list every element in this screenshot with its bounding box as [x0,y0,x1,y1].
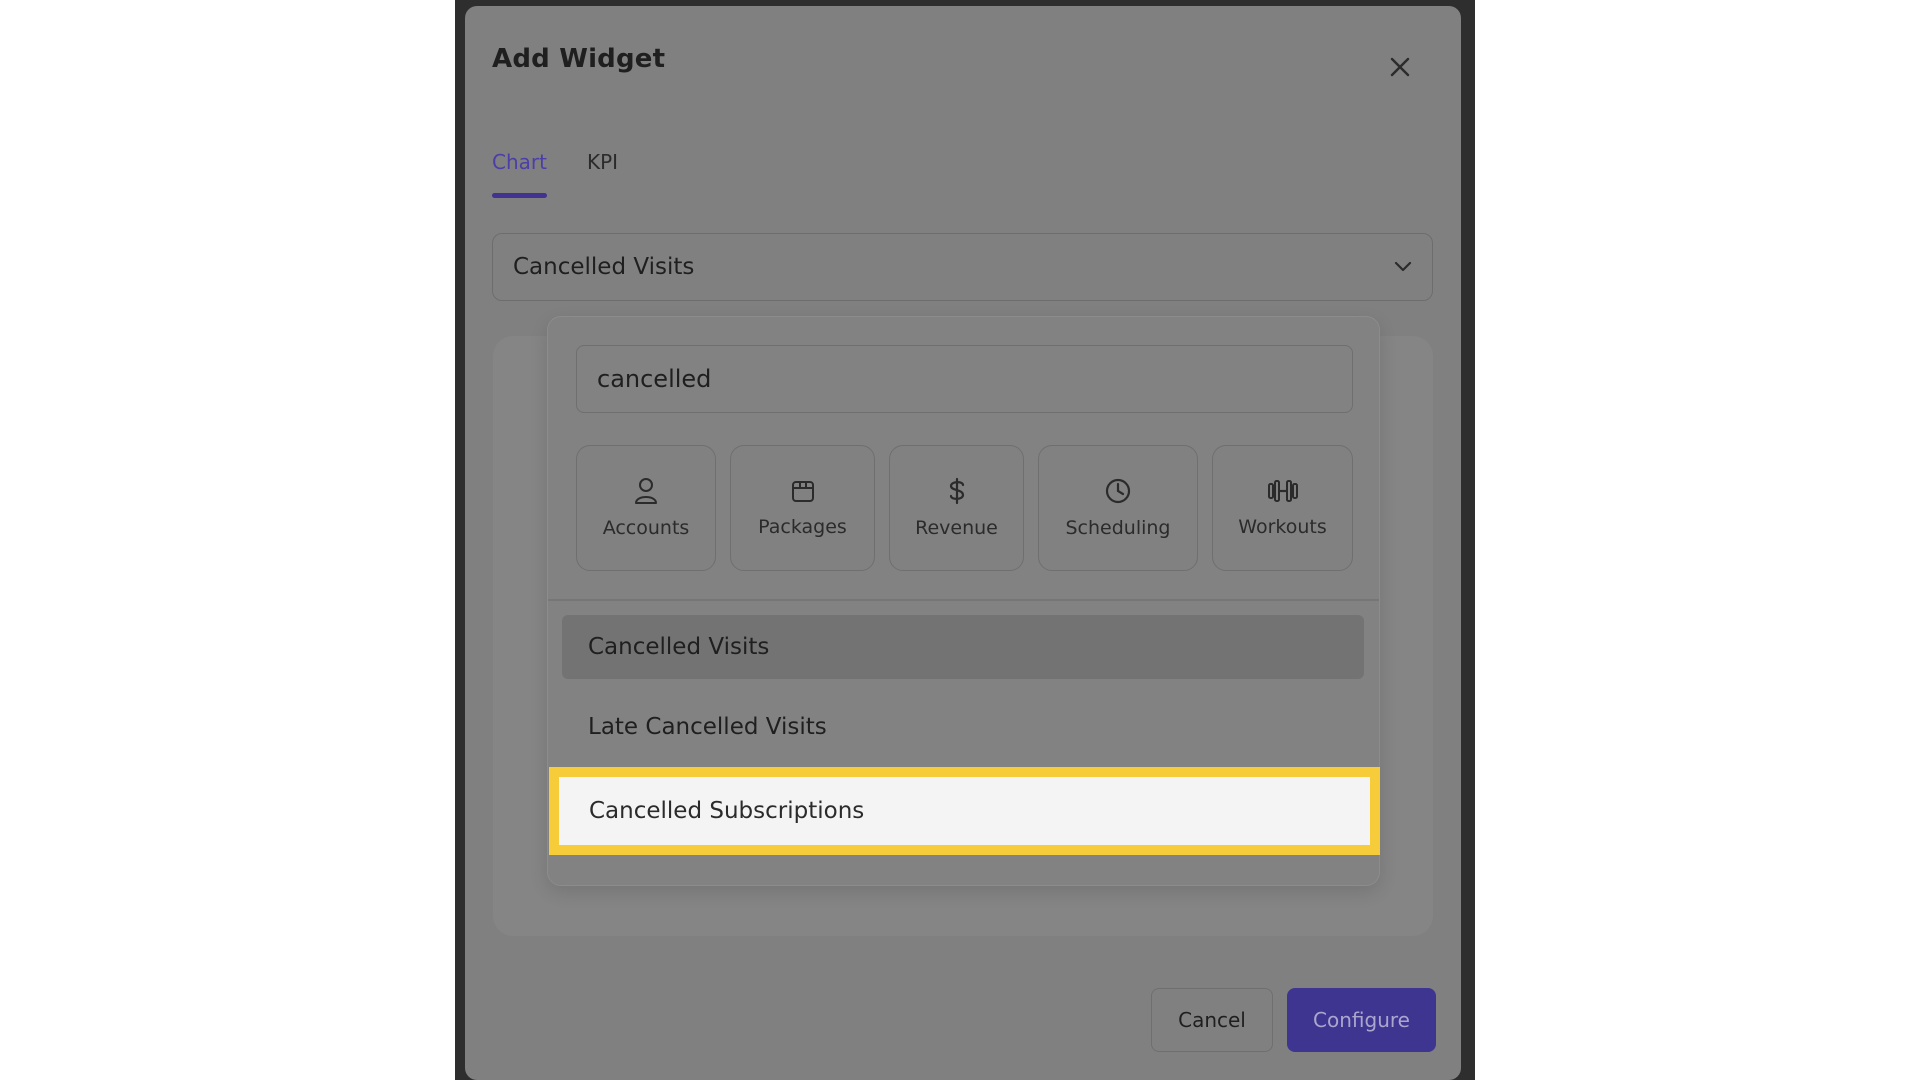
category-accounts[interactable]: Accounts [576,445,716,571]
dropdown-divider [548,599,1379,601]
add-widget-dialog: Add Widget Chart KPI Cancelled Visits ca… [465,6,1461,1080]
dollar-icon [949,477,964,505]
option-late-cancelled-visits[interactable]: Late Cancelled Visits [562,695,1364,759]
category-label: Scheduling [1065,517,1171,539]
metric-dropdown-panel: cancelled Accounts Packages Revenue Sche… [547,316,1380,886]
configure-button[interactable]: Configure [1287,988,1436,1052]
chevron-down-icon [1394,261,1412,272]
person-icon [635,478,657,504]
dumbbell-icon [1267,480,1298,502]
category-label: Accounts [602,517,690,539]
widget-type-tabs: Chart KPI [492,150,618,198]
close-icon [1390,57,1410,77]
category-scheduling[interactable]: Scheduling [1038,445,1198,571]
category-label: Workouts [1238,516,1327,538]
category-revenue[interactable]: Revenue [889,445,1024,571]
package-icon [791,481,814,502]
dialog-title: Add Widget [492,44,666,74]
close-button[interactable] [1383,50,1417,84]
category-workouts[interactable]: Workouts [1212,445,1353,571]
tab-chart[interactable]: Chart [492,150,547,198]
search-input[interactable]: cancelled [576,345,1353,413]
category-label: Packages [758,516,847,538]
category-packages[interactable]: Packages [730,445,875,571]
option-cancelled-visits[interactable]: Cancelled Visits [562,615,1364,679]
dialog-footer: Cancel Configure [1151,988,1436,1052]
tab-kpi[interactable]: KPI [587,150,618,198]
clock-icon [1105,478,1131,504]
metric-select[interactable]: Cancelled Visits [492,233,1433,301]
option-cancelled-subscriptions[interactable]: Cancelled Subscriptions [549,767,1380,855]
category-filters: Accounts Packages Revenue Scheduling Wor… [576,445,1353,571]
metric-select-value: Cancelled Visits [513,254,695,280]
search-input-value: cancelled [597,365,712,393]
cancel-button[interactable]: Cancel [1151,988,1273,1052]
category-label: Revenue [915,517,998,539]
